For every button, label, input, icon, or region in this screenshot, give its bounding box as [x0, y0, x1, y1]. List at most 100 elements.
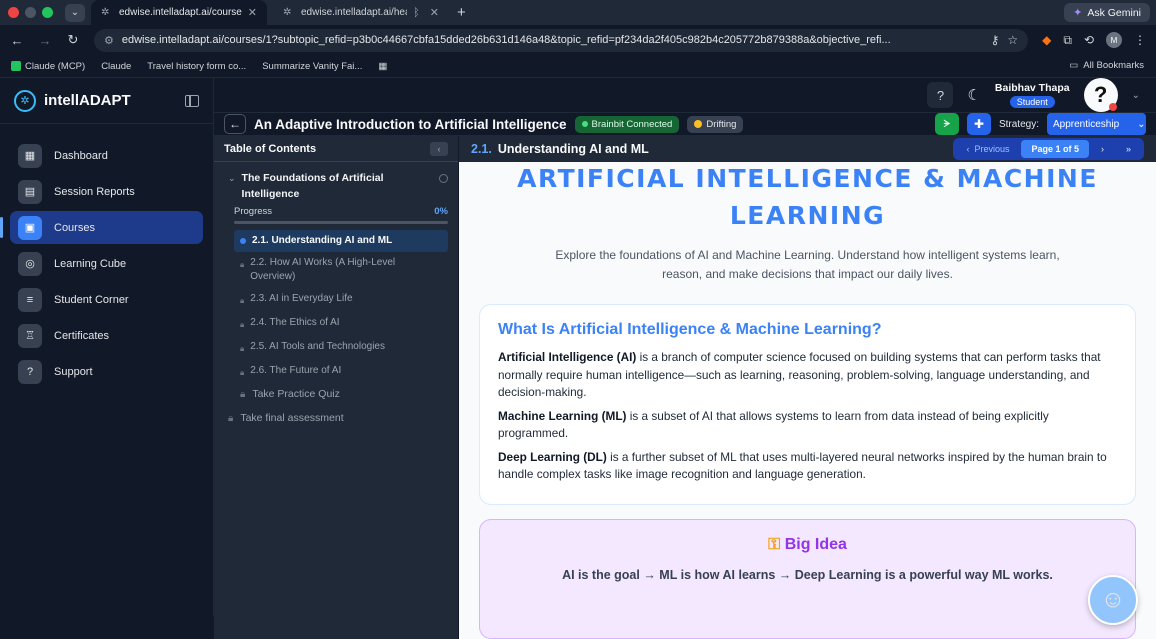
- lock-icon: 🔒︎: [240, 260, 245, 269]
- help-icon[interactable]: ?: [927, 82, 954, 108]
- chevron-down-icon[interactable]: ⌄: [1132, 90, 1140, 101]
- lesson-item[interactable]: 🔒︎ 2.6. The Future of AI: [234, 360, 448, 384]
- puzzle-extensions-icon[interactable]: ⧉: [1063, 33, 1072, 48]
- brand-header: ✲ intellADAPT: [0, 78, 213, 124]
- close-tab-icon[interactable]: ✕: [248, 6, 257, 19]
- maximize-window-button[interactable]: [42, 7, 53, 18]
- browser-tab-1[interactable]: ✲ edwise.intelladapt.ai/courses/ ✕: [91, 0, 267, 25]
- reload-icon[interactable]: ↻: [66, 32, 80, 48]
- last-page-button[interactable]: »: [1116, 140, 1141, 158]
- bookmark-claude-mcp[interactable]: Claude (MCP): [8, 59, 88, 74]
- app-topbar: ? ☾ Baibhav Thapa Student ? ⌄: [214, 78, 1156, 113]
- strategy-value: Apprenticeship: [1053, 118, 1120, 130]
- lesson-number: 2.1.: [471, 142, 492, 156]
- site-info-icon[interactable]: ⚙: [104, 34, 114, 47]
- term: Machine Learning (ML): [498, 408, 627, 423]
- lesson-item[interactable]: 🔒︎ 2.5. AI Tools and Technologies: [234, 336, 448, 360]
- tab-label: edwise.intelladapt.ai/head: [301, 7, 408, 18]
- sidebar: ✲ intellADAPT ▦ Dashboard ▤ Session Report…: [0, 78, 214, 616]
- speak-icon[interactable]: ᗘ: [934, 113, 959, 135]
- lesson-content: ARTIFICIAL INTELLIGENCE & MACHINE LEARNI…: [459, 160, 1156, 639]
- drifting-icon: [694, 120, 703, 128]
- apps-grid-icon[interactable]: ▦: [375, 59, 390, 74]
- lesson-title: Understanding AI and ML: [497, 142, 649, 156]
- collapse-toc-icon[interactable]: ‹: [430, 141, 448, 156]
- extension-icon[interactable]: ◆: [1042, 33, 1051, 47]
- folder-icon: ▭: [1069, 60, 1079, 71]
- assistant-avatar-button[interactable]: ☺: [1088, 574, 1138, 625]
- progress-label: Progress: [234, 206, 273, 217]
- next-page-button[interactable]: ›: [1091, 140, 1114, 158]
- sidebar-item-support[interactable]: ? Support: [10, 355, 203, 388]
- ask-gemini-button[interactable]: ✦ Ask Gemini: [1064, 3, 1150, 22]
- sidebar-item-label: Certificates: [54, 329, 110, 342]
- content-area: Table of Contents ‹ ⌄ The Foundations of…: [214, 136, 1156, 639]
- support-icon: ?: [18, 359, 42, 384]
- back-button[interactable]: ←: [224, 114, 246, 134]
- browser-tab-2[interactable]: ✲ edwise.intelladapt.ai/head ᛒ ✕: [273, 0, 449, 25]
- completion-circle-icon: [439, 174, 448, 183]
- section-header[interactable]: ⌄ The Foundations of Artificial Intellig…: [228, 170, 448, 202]
- sidebar-item-label: Session Reports: [54, 185, 135, 198]
- hero-title: ARTIFICIAL INTELLIGENCE & MACHINE LEARNI…: [517, 164, 1098, 230]
- extensions-area: ◆ ⧉ ⟲ M ⋮: [1042, 32, 1146, 48]
- bookmark-label: Claude: [101, 60, 132, 72]
- progress-value: 0%: [434, 206, 448, 217]
- progress-bar: [234, 221, 448, 224]
- sync-icon[interactable]: ⟲: [1084, 33, 1094, 47]
- bookmark-travel[interactable]: Travel history form co...: [144, 59, 249, 74]
- assistant-avatar-icon: ☺: [1100, 585, 1126, 613]
- password-key-icon[interactable]: ⚷: [991, 33, 1000, 47]
- certificate-icon: ♖: [18, 323, 42, 348]
- all-bookmarks-button[interactable]: ▭ All Bookmarks: [1069, 60, 1144, 71]
- previous-page-button[interactable]: ‹ Previous: [956, 140, 1019, 158]
- bookmark-claude[interactable]: Claude: [98, 59, 134, 74]
- url-bar[interactable]: ⚙ edwise.intelladapt.ai/courses/1?subtop…: [94, 28, 1029, 52]
- more-menu-icon[interactable]: ⋮: [1134, 33, 1146, 47]
- profile-avatar[interactable]: M: [1106, 32, 1122, 48]
- sidebar-item-session-reports[interactable]: ▤ Session Reports: [10, 175, 203, 208]
- final-assessment-item[interactable]: 🔒︎ Take final assessment: [214, 400, 458, 424]
- course-header: ← An Adaptive Introduction to Artificial…: [214, 113, 1156, 136]
- user-avatar[interactable]: ?: [1083, 78, 1118, 112]
- lesson-item[interactable]: 2.1. Understanding AI and ML: [234, 230, 448, 252]
- bookmark-star-icon[interactable]: ☆: [1007, 33, 1018, 47]
- sidebar-item-label: Support: [54, 365, 93, 378]
- all-bookmarks-label: All Bookmarks: [1083, 60, 1144, 71]
- pagination: ‹ Previous Page 1 of 5 › »: [953, 138, 1144, 160]
- close-tab-icon[interactable]: ✕: [430, 6, 439, 19]
- sidebar-item-dashboard[interactable]: ▦ Dashboard: [10, 139, 203, 172]
- dark-mode-icon[interactable]: ☾: [967, 86, 980, 104]
- tab-search-button[interactable]: ⌄: [65, 3, 85, 22]
- practice-quiz-item[interactable]: 🔒︎ Take Practice Quiz: [228, 384, 448, 400]
- lesson-label: 2.4. The Ethics of AI: [250, 317, 340, 328]
- sidebar-toggle-icon[interactable]: [185, 94, 199, 107]
- lesson-label: 2.5. AI Tools and Technologies: [250, 341, 385, 352]
- toc-section: ⌄ The Foundations of Artificial Intellig…: [214, 162, 458, 400]
- minimize-window-button[interactable]: [25, 7, 36, 18]
- new-tab-button[interactable]: +: [457, 4, 466, 21]
- sidebar-menu: ▦ Dashboard ▤ Session Reports ▣ Courses ◎ Le…: [0, 124, 213, 388]
- sidebar-item-certificates[interactable]: ♖ Certificates: [10, 319, 203, 352]
- lock-icon: 🔒︎: [240, 388, 246, 400]
- back-icon[interactable]: ←: [10, 33, 24, 48]
- forward-icon[interactable]: →: [38, 33, 52, 48]
- sidebar-item-courses[interactable]: ▣ Courses: [0, 211, 203, 244]
- big-idea-heading: ⚿ Big Idea: [480, 536, 1135, 554]
- sidebar-item-student-corner[interactable]: ≡ Student Corner: [10, 283, 203, 316]
- definition-card: What Is Artificial Intelligence & Machin…: [479, 304, 1136, 505]
- close-window-button[interactable]: [8, 7, 19, 18]
- bookmark-summarize[interactable]: Summarize Vanity Fai...: [259, 59, 365, 74]
- dashboard-icon: ▦: [18, 143, 42, 168]
- lesson-item[interactable]: 🔒︎ 2.3. AI in Everyday Life: [234, 288, 448, 312]
- focus-mode-icon[interactable]: ✚: [966, 113, 991, 135]
- strategy-select[interactable]: Apprenticeship ⌄: [1047, 113, 1146, 135]
- lesson-item[interactable]: 🔒︎ 2.4. The Ethics of AI: [234, 312, 448, 336]
- sidebar-item-learning-cube[interactable]: ◎ Learning Cube: [10, 247, 203, 280]
- lesson-item[interactable]: 🔒︎ 2.2. How AI Works (A High-Level Overvi…: [234, 252, 448, 288]
- brainbit-status-badge: Brainbit Connected: [574, 115, 680, 133]
- lesson-label: 2.1. Understanding AI and ML: [252, 235, 393, 246]
- table-of-contents: Table of Contents ‹ ⌄ The Foundations of…: [214, 136, 459, 639]
- toc-title: Table of Contents: [224, 142, 317, 155]
- window-controls: [8, 7, 53, 18]
